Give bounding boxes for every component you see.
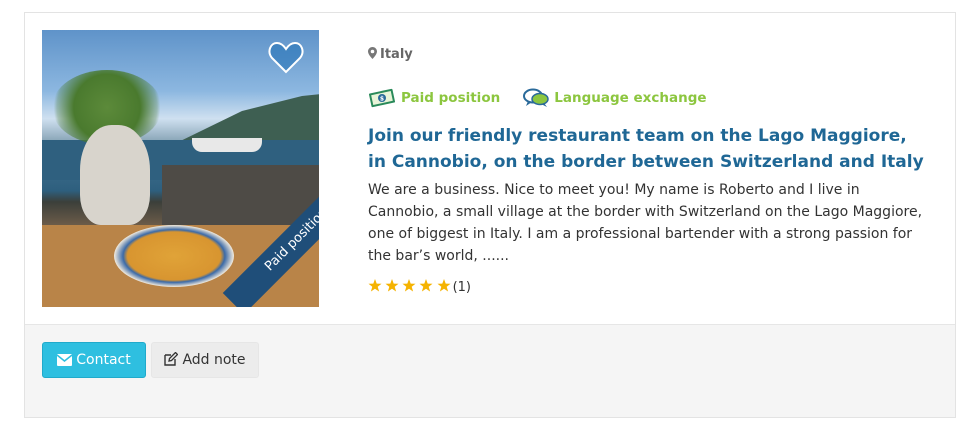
add-note-button[interactable]: Add note <box>151 342 259 378</box>
listing-photo[interactable]: Paid position <box>42 30 319 307</box>
badges: $ Paid position Language exchange <box>368 87 725 111</box>
badge-language-exchange: Language exchange <box>523 88 707 108</box>
listing-card: Paid position Italy $ Paid position Lang… <box>24 12 956 418</box>
badge-paid-position: $ Paid position <box>368 87 500 109</box>
star-icon <box>385 279 399 292</box>
rating: (1) <box>368 279 471 296</box>
envelope-icon <box>56 354 73 366</box>
contact-button[interactable]: Contact <box>42 342 146 378</box>
chat-bubbles-icon <box>523 88 550 107</box>
listing-title[interactable]: Join our friendly restaurant team on the… <box>368 123 928 175</box>
add-note-button-label: Add note <box>182 352 246 368</box>
star-icon <box>437 279 451 292</box>
star-rating <box>368 279 451 296</box>
location-text: Italy <box>380 47 413 62</box>
star-icon <box>368 279 382 292</box>
badge-label: Paid position <box>401 90 501 106</box>
heart-icon[interactable] <box>268 40 304 74</box>
star-icon <box>419 279 433 292</box>
edit-icon <box>164 351 179 366</box>
photo-head-vase <box>80 125 150 225</box>
listing-description: We are a business. Nice to meet you! My … <box>368 182 923 264</box>
listing-footer: Contact Add note <box>25 324 955 417</box>
rating-count: (1) <box>452 280 471 295</box>
ribbon-label: Paid position <box>222 177 319 307</box>
star-icon <box>402 279 416 292</box>
money-icon: $ <box>368 88 396 108</box>
badge-label: Language exchange <box>554 90 707 106</box>
listing-body: Paid position Italy $ Paid position Lang… <box>25 13 955 324</box>
svg-text:$: $ <box>380 96 384 103</box>
map-pin-icon <box>368 47 377 59</box>
contact-button-label: Contact <box>76 352 131 368</box>
location: Italy <box>368 47 413 62</box>
photo-boat <box>192 138 262 152</box>
paid-position-ribbon: Paid position <box>189 177 319 307</box>
